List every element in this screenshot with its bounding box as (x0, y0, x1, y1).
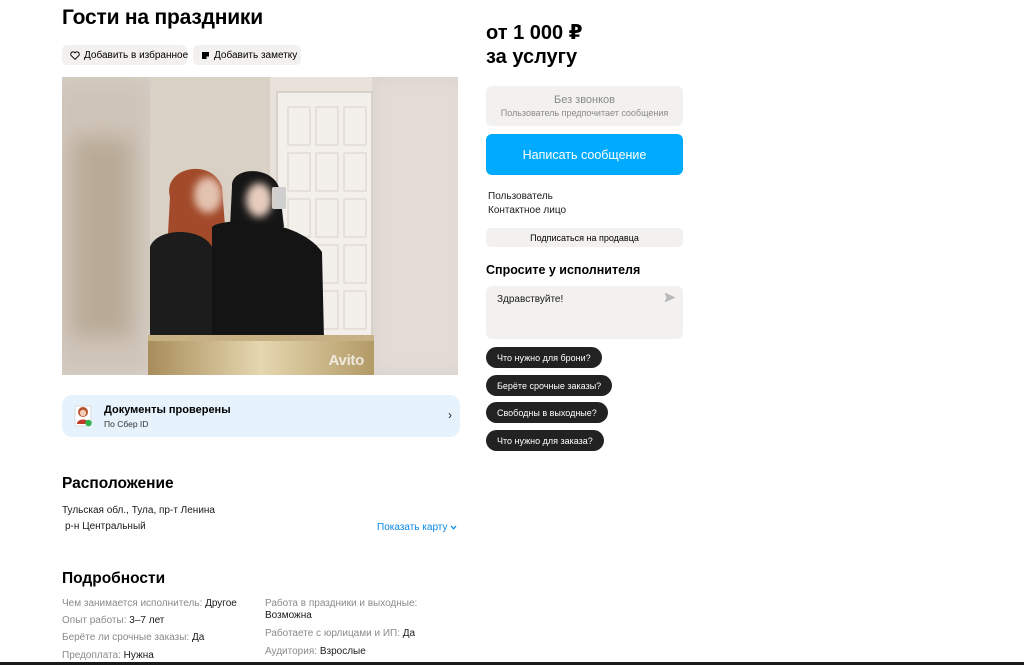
detail-key: Чем занимается исполнитель: (62, 598, 203, 609)
user-role[interactable]: Пользователь (488, 191, 553, 202)
user-type: Контактное лицо (488, 205, 567, 216)
detail-key: Предоплата: (62, 650, 121, 661)
detail-value: Да (402, 628, 416, 639)
add-to-favorites-label: Добавить в избранное (84, 49, 189, 61)
show-map-link[interactable]: Показать карту (377, 522, 457, 533)
quick-question-button[interactable]: Что нужно для брони? (486, 347, 602, 368)
verified-person-icon (74, 405, 92, 427)
show-map-label: Показать карту (377, 522, 448, 533)
no-calls-subtitle: Пользователь предпочитает сообщения (500, 108, 669, 118)
detail-key: Опыт работы: (62, 615, 127, 626)
write-message-button[interactable]: Написать сообщение (486, 134, 683, 175)
quick-question-button[interactable]: Свободны в выходные? (486, 402, 608, 423)
ask-heading: Спросите у исполнителя (486, 263, 641, 277)
documents-subtitle: По Сбер ID (104, 419, 149, 429)
price: от 1 000 ₽ за услугу (486, 21, 583, 69)
price-unit: за услугу (486, 46, 578, 68)
chevron-right-icon: › (448, 408, 452, 422)
detail-key: Берёте ли срочные заказы: (62, 632, 190, 643)
detail-value: Взрослые (319, 646, 366, 657)
detail-key: Работа в праздники и выходные: (265, 598, 418, 609)
detail-value: Да (191, 632, 205, 643)
page-title: Гости на праздники (62, 6, 263, 29)
detail-row: Работаете с юрлицами и ИП: Да (265, 628, 415, 639)
add-note-label: Добавить заметку (214, 49, 298, 61)
detail-value: Нужна (123, 650, 154, 661)
detail-value: 3–7 лет (129, 615, 165, 626)
send-icon[interactable] (664, 292, 676, 303)
message-text: Здравствуйте! (497, 294, 564, 305)
avito-watermark: Avito (328, 352, 365, 369)
detail-row: Работа в праздники и выходные: (265, 598, 417, 609)
location-heading: Расположение (62, 475, 174, 492)
add-to-favorites-button[interactable]: Добавить в избранное (62, 45, 189, 65)
details-heading: Подробности (62, 570, 166, 587)
no-calls-notice: Без звонков Пользователь предпочитает со… (486, 86, 683, 126)
detail-row: Берёте ли срочные заказы: Да (62, 632, 204, 643)
detail-key: Аудитория: (265, 646, 318, 657)
message-input[interactable]: Здравствуйте! (486, 286, 683, 339)
detail-row: Опыт работы: 3–7 лет (62, 615, 164, 626)
location-district: р-н Центральный (65, 521, 146, 532)
no-calls-title: Без звонков (553, 94, 616, 106)
detail-row: Чем занимается исполнитель: Другое (62, 598, 237, 609)
subscribe-button[interactable]: Подписаться на продавца (486, 228, 683, 247)
detail-key: Работаете с юрлицами и ИП: (265, 628, 400, 639)
quick-question-button[interactable]: Берёте срочные заказы? (486, 375, 613, 396)
listing-photo (62, 77, 458, 375)
photo-gallery[interactable]: Avito (62, 77, 458, 375)
location-address: Тульская обл., Тула, пр-т Ленина (62, 505, 215, 516)
price-value: от 1 000 ₽ (486, 22, 583, 44)
detail-value: Другое (205, 598, 237, 609)
documents-title: Документы проверены (104, 404, 231, 416)
chevron-down-icon (450, 525, 457, 530)
documents-verified-banner[interactable]: Документы проверены По Сбер ID › (62, 395, 460, 437)
heart-icon (70, 50, 80, 60)
detail-value: Возможна (265, 610, 312, 621)
note-icon (202, 51, 209, 59)
add-note-button[interactable]: Добавить заметку (193, 45, 301, 65)
quick-question-button[interactable]: Что нужно для заказа? (486, 430, 604, 451)
detail-row: Предоплата: Нужна (62, 650, 154, 661)
detail-row: Аудитория: Взрослые (265, 646, 366, 657)
